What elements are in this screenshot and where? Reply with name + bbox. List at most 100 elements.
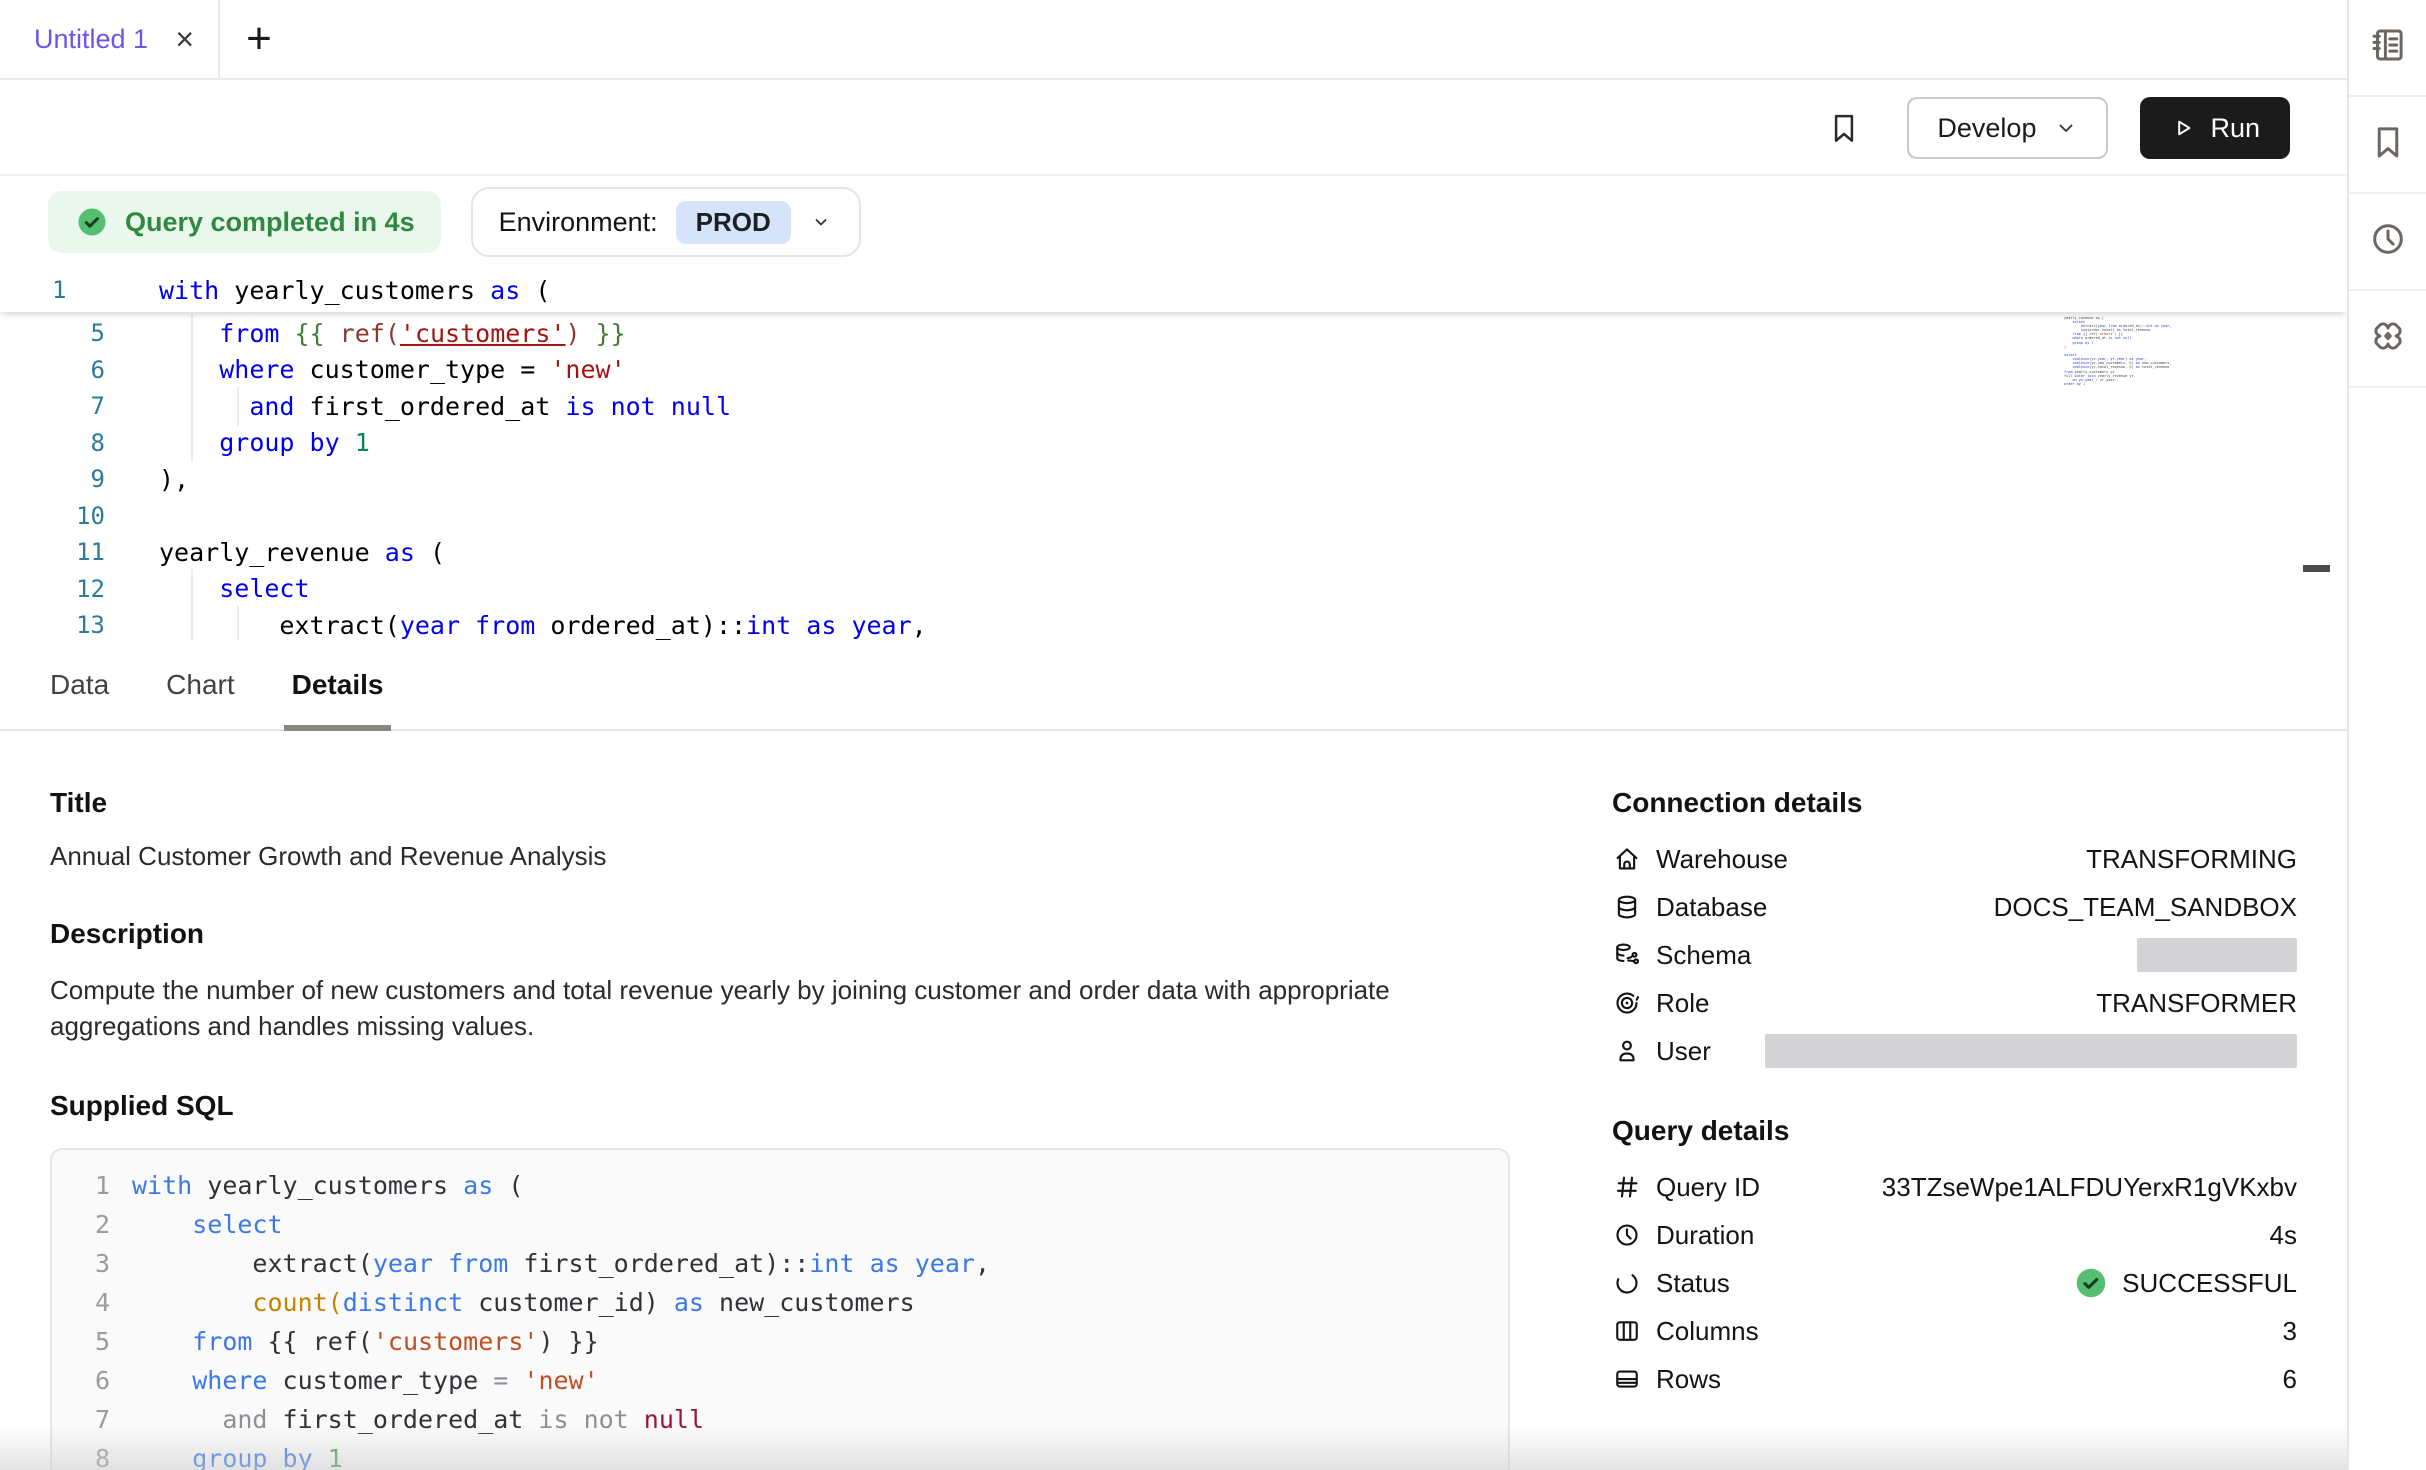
database-icon	[1612, 892, 1642, 922]
detail-value: 33TZseWpe1ALFDUYerxR1gVKxbv	[1882, 1172, 2297, 1203]
detail-row-columns: Columns3	[1612, 1307, 2297, 1355]
results-tab-bar: Data Chart Details	[0, 640, 2347, 731]
tab-bar: Untitled 1 × +	[0, 0, 2347, 80]
plus-icon: +	[246, 14, 272, 64]
supplied-sql-heading: Supplied SQL	[50, 1090, 1512, 1122]
sql-editor[interactable]: 1with yearly_customers as (5 from {{ ref…	[0, 268, 2347, 640]
develop-dropdown[interactable]: Develop	[1907, 97, 2108, 159]
sidebar-button-bookmark[interactable]	[2349, 97, 2426, 194]
status-value: SUCCESSFUL	[2072, 1264, 2297, 1302]
line-number: 9	[0, 465, 105, 493]
duration-icon	[1612, 1220, 1642, 1250]
detail-label: Database	[1656, 892, 1767, 923]
code-line: 1with yearly_customers as (	[52, 1166, 1508, 1205]
schema-icon	[1612, 940, 1642, 970]
code-line: 6 where customer_type = 'new'	[0, 352, 2347, 389]
detail-row-schema: Schema	[1612, 931, 2297, 979]
line-number: 8	[0, 429, 105, 457]
code-line: 3 extract(year from first_ordered_at)::i…	[52, 1244, 1508, 1283]
line-number: 5	[0, 319, 105, 347]
run-button[interactable]: Run	[2140, 97, 2290, 159]
detail-value: 3	[2283, 1316, 2297, 1347]
line-number: 4	[52, 1288, 110, 1317]
query-details-rows: Query ID 33TZseWpe1ALFDUYerxR1gVKxbv Durat…	[1612, 1163, 2297, 1403]
tab-details[interactable]: Details	[292, 640, 384, 729]
environment-selector[interactable]: Environment: PROD	[471, 187, 861, 257]
title-heading: Title	[50, 787, 1512, 819]
status-row: Query completed in 4s Environment: PROD	[0, 176, 2347, 268]
line-number: 7	[52, 1405, 110, 1434]
tab-chart[interactable]: Chart	[166, 640, 234, 729]
detail-label: Duration	[1656, 1220, 1754, 1251]
rows-icon	[1612, 1364, 1642, 1394]
query-status-pill: Query completed in 4s	[48, 191, 441, 253]
detail-label: Query ID	[1656, 1172, 1760, 1203]
environment-badge: PROD	[676, 201, 791, 244]
code-line: 1with yearly_customers as (	[0, 268, 2347, 312]
run-label: Run	[2210, 113, 2260, 144]
detail-row-duration: Duration 4s	[1612, 1211, 2297, 1259]
details-panel: Title Annual Customer Growth and Revenue…	[0, 731, 2347, 1470]
line-number: 5	[52, 1327, 110, 1356]
query-details-heading: Query details	[1612, 1115, 2297, 1147]
code-line: 9),	[0, 461, 2347, 498]
chevron-down-icon	[2054, 116, 2078, 140]
sidebar-button-history[interactable]	[2349, 194, 2426, 291]
line-number: 13	[0, 611, 105, 639]
code-line: 5 from {{ ref('customers') }}	[0, 315, 2347, 352]
sidebar-button-copilot[interactable]	[2349, 291, 2426, 388]
code-line: 6 where customer_type = 'new'	[52, 1361, 1508, 1400]
code-line: 13 extract(year from ordered_at)::int as…	[0, 607, 2347, 640]
right-sidebar	[2347, 0, 2426, 1470]
hash-icon	[1612, 1172, 1642, 1202]
supplied-sql-box: 1with yearly_customers as (2 select3 ext…	[50, 1148, 1510, 1470]
bookmark-button[interactable]	[1825, 109, 1863, 147]
user-icon	[1612, 1036, 1642, 1066]
query-status-text: Query completed in 4s	[125, 207, 415, 238]
toolbar: Develop Run	[0, 82, 2347, 176]
line-number: 6	[52, 1366, 110, 1395]
code-line: 10	[0, 498, 2347, 535]
details-left-column: Title Annual Customer Growth and Revenue…	[50, 731, 1512, 1470]
detail-label: Warehouse	[1656, 844, 1788, 875]
detail-row-rows: Rows6	[1612, 1355, 2297, 1403]
editor-scrollbar-thumb[interactable]	[2303, 565, 2330, 572]
check-circle-icon	[74, 204, 110, 240]
check-circle-icon	[2072, 1264, 2110, 1302]
tab-data[interactable]: Data	[50, 640, 109, 729]
detail-row-role: RoleTRANSFORMER	[1612, 979, 2297, 1027]
warehouse-icon	[1612, 844, 1642, 874]
detail-label: User	[1656, 1036, 1711, 1067]
line-number: 10	[0, 502, 105, 530]
detail-row-user: User	[1612, 1027, 2297, 1075]
sidebar-button-notebook[interactable]	[2349, 0, 2426, 97]
connection-details-heading: Connection details	[1612, 787, 2297, 819]
role-icon	[1612, 988, 1642, 1018]
close-icon[interactable]: ×	[175, 23, 194, 55]
new-tab-button[interactable]: +	[220, 0, 298, 78]
tab-label: Untitled 1	[34, 24, 148, 55]
detail-label: Schema	[1656, 940, 1751, 971]
redacted-value	[2137, 938, 2297, 972]
detail-row-query-id: Query ID 33TZseWpe1ALFDUYerxR1gVKxbv	[1612, 1163, 2297, 1211]
code-line: 11yearly_revenue as (	[0, 534, 2347, 571]
line-number: 3	[52, 1249, 110, 1278]
bookmark-icon	[1825, 109, 1863, 147]
detail-value: 4s	[2270, 1220, 2297, 1251]
code-line: 2 select	[52, 1205, 1508, 1244]
detail-row-warehouse: Warehouse TRANSFORMING	[1612, 835, 2297, 883]
develop-label: Develop	[1937, 113, 2036, 144]
line-number: 8	[52, 1444, 110, 1470]
detail-value: TRANSFORMING	[2086, 844, 2297, 875]
detail-row-status: StatusSUCCESSFUL	[1612, 1259, 2297, 1307]
line-number: 1	[0, 276, 105, 304]
detail-value: DOCS_TEAM_SANDBOX	[1994, 892, 2297, 923]
line-number: 6	[0, 356, 105, 384]
description-heading: Description	[50, 918, 1512, 950]
detail-label: Role	[1656, 988, 1709, 1019]
description-text: Compute the number of new customers and …	[50, 972, 1490, 1044]
redacted-value	[1765, 1034, 2297, 1068]
code-line: 8 group by 1	[52, 1439, 1508, 1470]
tab-untitled-1[interactable]: Untitled 1 ×	[0, 0, 220, 78]
line-number: 7	[0, 392, 105, 420]
